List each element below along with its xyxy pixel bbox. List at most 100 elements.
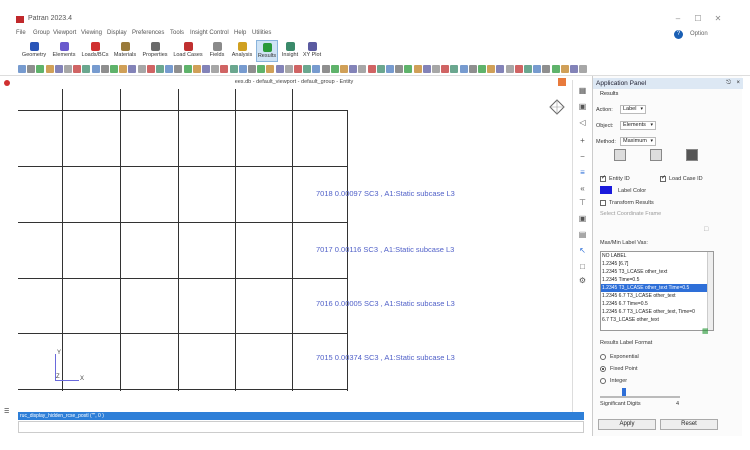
toolbar-tool-icon[interactable] bbox=[64, 65, 72, 73]
minus-icon[interactable]: − bbox=[578, 152, 587, 161]
list-icon[interactable]: ≡ bbox=[578, 168, 587, 177]
toolbar-tool-icon[interactable] bbox=[413, 65, 422, 73]
toolbar-tool-icon[interactable] bbox=[505, 65, 514, 73]
toolbar-tool-icon[interactable] bbox=[560, 65, 569, 73]
add-icon[interactable]: + bbox=[578, 136, 587, 145]
help-icon[interactable]: ? bbox=[674, 30, 683, 39]
ribbon-analysis-button[interactable]: Analysis bbox=[230, 40, 254, 62]
menu-viewing[interactable]: Viewing bbox=[81, 30, 102, 36]
menu-tools[interactable]: Tools bbox=[170, 30, 184, 36]
option-dark-icon[interactable] bbox=[686, 149, 698, 161]
toolbar-tool-icon[interactable] bbox=[266, 65, 275, 73]
list-item[interactable]: 6.7 T3_LCASE other_text bbox=[601, 316, 713, 324]
pick-mode-icon[interactable]: ▦ bbox=[578, 86, 587, 95]
toolbar-tool-icon[interactable] bbox=[340, 65, 348, 73]
toolbar-tool-icon[interactable] bbox=[496, 65, 505, 73]
toolbar-tool-icon[interactable] bbox=[137, 65, 146, 73]
exponential-radio[interactable] bbox=[600, 354, 606, 360]
toolbar-tool-icon[interactable] bbox=[487, 65, 496, 73]
toolbar-tool-icon[interactable] bbox=[551, 65, 560, 73]
maximize-button[interactable]: ☐ bbox=[690, 14, 706, 24]
list-scrollbar[interactable] bbox=[707, 252, 713, 330]
toolbar-tool-icon[interactable] bbox=[220, 65, 229, 73]
entity-id-checkbox[interactable]: ✓ bbox=[600, 175, 606, 182]
toolbar-tool-icon[interactable] bbox=[183, 65, 192, 73]
toolbar-tool-icon[interactable] bbox=[459, 65, 468, 73]
toolbar-tool-icon[interactable] bbox=[91, 65, 100, 73]
ribbon-properties-button[interactable]: Properties bbox=[140, 40, 170, 62]
toolbar-tool-icon[interactable] bbox=[257, 65, 266, 73]
ribbon-results-button[interactable]: Results bbox=[256, 40, 278, 62]
pin-icon[interactable]: ⎋ bbox=[726, 80, 731, 87]
toolbar-tool-icon[interactable] bbox=[294, 65, 302, 73]
minimize-button[interactable]: – bbox=[670, 14, 686, 24]
fixed-point-radio[interactable] bbox=[600, 366, 606, 372]
list-item[interactable]: 1.2345 Time=0.5 bbox=[601, 276, 713, 284]
toolbar-tool-icon[interactable] bbox=[404, 65, 413, 73]
toolbar-tool-icon[interactable] bbox=[450, 65, 459, 73]
ribbon-fields-button[interactable]: Fields bbox=[206, 40, 228, 62]
toolbar-tool-icon[interactable] bbox=[36, 65, 45, 73]
toolbar-tool-icon[interactable] bbox=[533, 65, 542, 73]
menu-file[interactable]: File bbox=[16, 30, 26, 36]
ribbon-xy-plot-button[interactable]: XY Plot bbox=[302, 40, 322, 62]
toolbar-tool-icon[interactable] bbox=[358, 65, 367, 73]
toolbar-tool-icon[interactable] bbox=[432, 65, 440, 73]
toolbar-tool-icon[interactable] bbox=[110, 65, 118, 73]
menu-insight-control[interactable]: Insight Control bbox=[190, 30, 229, 36]
toolbar-tool-icon[interactable] bbox=[119, 65, 128, 73]
label-format-list[interactable]: NO LABEL 1.2345 [6.7] 1.2345 T3_LCASE othe… bbox=[600, 251, 714, 331]
toolbar-tool-icon[interactable] bbox=[146, 65, 155, 73]
menu-preferences[interactable]: Preferences bbox=[132, 30, 164, 36]
toolbar-tool-icon[interactable] bbox=[275, 65, 284, 73]
object-select[interactable]: Elements bbox=[620, 121, 656, 130]
toolbar-tool-icon[interactable] bbox=[165, 65, 174, 73]
menu-viewport[interactable]: Viewport bbox=[53, 30, 76, 36]
graphics-viewport[interactable]: 7018 0.00097 SC3 , A1:Static subcase L3 … bbox=[18, 89, 570, 391]
list-item[interactable]: 1.2345 6.7 T3_LCASE other_text, Time=0 bbox=[601, 308, 713, 316]
transform-checkbox[interactable] bbox=[600, 200, 606, 206]
ribbon-geometry-button[interactable]: Geometry bbox=[20, 40, 48, 62]
window-icon[interactable]: □ bbox=[578, 262, 587, 271]
menu-help[interactable]: Help bbox=[234, 30, 246, 36]
toolbar-tool-icon[interactable] bbox=[478, 65, 486, 73]
toolbar-tool-icon[interactable] bbox=[284, 65, 293, 73]
ribbon-insight-button[interactable]: Insight bbox=[280, 40, 300, 62]
toolbar-tool-icon[interactable] bbox=[330, 65, 339, 73]
toolbar-tool-icon[interactable] bbox=[312, 65, 321, 73]
toolbar-tool-icon[interactable] bbox=[73, 65, 82, 73]
reset-button[interactable]: Reset bbox=[660, 419, 718, 430]
filter-icon[interactable]: ⊤ bbox=[578, 198, 587, 207]
apply-button[interactable]: Apply bbox=[598, 419, 656, 430]
ribbon-loads-bcs-button[interactable]: Loads/BCs bbox=[80, 40, 110, 62]
close-panel-icon[interactable]: × bbox=[736, 80, 740, 86]
toolbar-tool-icon[interactable] bbox=[202, 65, 210, 73]
toolbar-tool-icon[interactable] bbox=[524, 65, 532, 73]
doc-icon[interactable]: ▣ bbox=[578, 214, 587, 223]
collapse-icon[interactable]: « bbox=[578, 184, 587, 193]
list-item[interactable]: 1.2345 [6.7] bbox=[601, 260, 713, 268]
toolbar-tool-icon[interactable] bbox=[100, 65, 109, 73]
toolbar-tool-icon[interactable] bbox=[248, 65, 256, 73]
method-select[interactable]: Maximum bbox=[620, 137, 656, 146]
list-item[interactable]: 1.2345 6.7 T3_LCASE other_text bbox=[601, 292, 713, 300]
option-flag-icon[interactable] bbox=[650, 149, 662, 161]
toolbar-tool-icon[interactable] bbox=[229, 65, 238, 73]
ribbon-elements-button[interactable]: Elements bbox=[50, 40, 78, 62]
toolbar-tool-icon[interactable] bbox=[441, 65, 450, 73]
layers-icon[interactable]: ▣ bbox=[578, 102, 587, 111]
toolbar-tool-icon[interactable] bbox=[156, 65, 164, 73]
integer-radio[interactable] bbox=[600, 378, 606, 384]
toolbar-tool-icon[interactable] bbox=[579, 65, 588, 73]
list-item[interactable]: 1.2345 T3_LCASE other_text Time=0.5 bbox=[601, 284, 713, 292]
pointer-icon[interactable]: ↖ bbox=[578, 246, 587, 255]
option-label[interactable]: Option bbox=[690, 31, 708, 37]
copy-icon[interactable]: ▤ bbox=[578, 230, 587, 239]
toolbar-tool-icon[interactable] bbox=[542, 65, 551, 73]
load-case-id-checkbox[interactable]: ✓ bbox=[660, 175, 666, 182]
list-action-icon[interactable]: ▦ bbox=[702, 327, 709, 335]
toolbar-tool-icon[interactable] bbox=[570, 65, 578, 73]
command-history[interactable]: ruc_display_hidden_rcse_postl ("", 0 ) bbox=[18, 412, 584, 420]
toolbar-tool-icon[interactable] bbox=[27, 65, 36, 73]
toolbar-tool-icon[interactable] bbox=[18, 65, 26, 73]
